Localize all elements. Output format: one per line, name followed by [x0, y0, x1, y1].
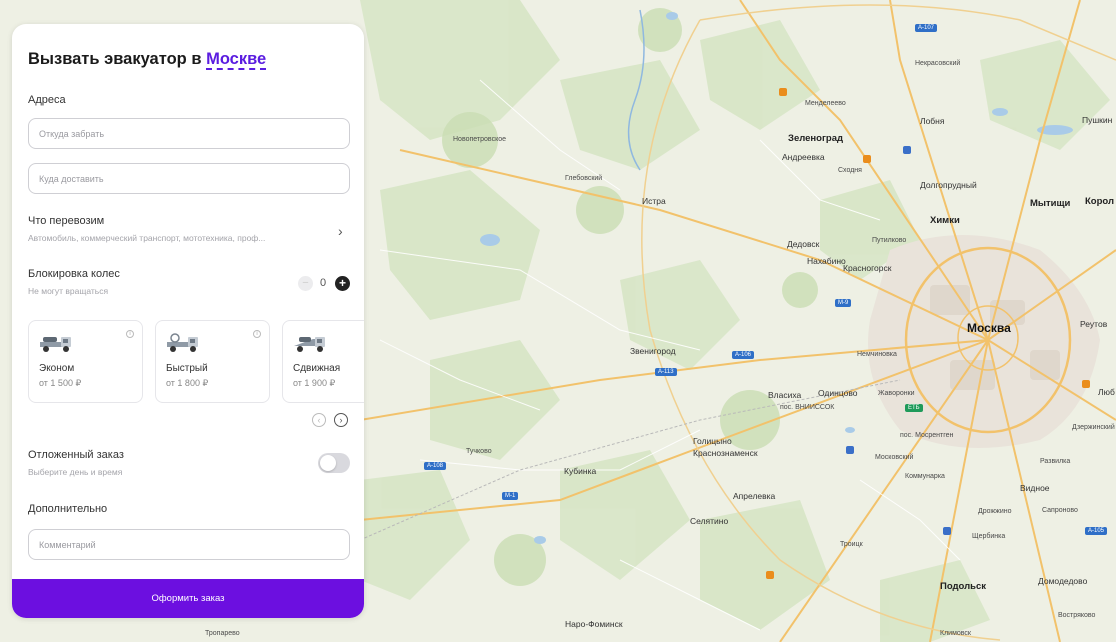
map-label-mytishchi: Мытищи: [1030, 198, 1071, 209]
deferred-order-subtitle: Выберите день и время: [28, 467, 123, 477]
vehicle-name: Быстрый: [166, 363, 208, 374]
chevron-right-icon: ›: [338, 223, 343, 239]
cargo-title: Что перевозим: [28, 215, 105, 227]
vehicle-type-carousel: i Эконом от 1 500 ₽ i Быстрый от 1 800 ₽: [28, 320, 364, 404]
city-selector[interactable]: Москве: [206, 50, 267, 70]
minus-button[interactable]: −: [298, 276, 313, 291]
map-label-dedovsk: Дедовск: [787, 239, 820, 249]
comment-input[interactable]: [28, 529, 350, 560]
map-label-mendeleevo: Менделеево: [805, 100, 846, 107]
vehicle-card-fast[interactable]: i Быстрый от 1 800 ₽: [155, 320, 270, 403]
map-label-vlasikha: Власиха: [768, 390, 802, 400]
vehicle-name: Эконом: [39, 363, 75, 374]
vehicle-card-econom[interactable]: i Эконом от 1 500 ₽: [28, 320, 143, 403]
map-label-moskovsky: Московский: [875, 454, 914, 461]
cargo-subtitle: Автомобиль, коммерческий транспорт, мото…: [28, 233, 266, 243]
map-label-lobnya: Лобня: [920, 116, 945, 126]
map-label-vidnoe: Видное: [1020, 483, 1050, 493]
map-label-dzerzhinsky: Дзержинский: [1072, 424, 1115, 431]
title-prefix: Вызвать эвакуатор в: [28, 50, 202, 68]
map-label-podolsk: Подольск: [940, 581, 987, 592]
map-label-kommunarka: Коммунарка: [905, 473, 945, 480]
vehicle-price: от 1 900 ₽: [293, 378, 336, 388]
plus-button[interactable]: +: [335, 276, 350, 291]
map-label-aprelevka: Апрелевка: [733, 491, 776, 501]
map-label-odintsovo: Одинцово: [818, 388, 858, 398]
map-label-klimovsk: Климовск: [940, 630, 971, 637]
map-label-tropariovo: Тропарево: [205, 630, 240, 637]
from-address-input[interactable]: [28, 118, 350, 149]
map-label-nekrasovsky: Некрасовский: [915, 60, 961, 67]
map-label-skhodnya: Сходня: [838, 167, 862, 174]
map-label-kubinka: Кубинка: [564, 466, 597, 476]
map-label-nakhabino: Нахабино: [807, 256, 846, 266]
toggle-knob: [320, 455, 336, 471]
wheels-subtitle: Не могут вращаться: [28, 286, 109, 296]
wheels-stepper: − 0 +: [298, 275, 352, 293]
map-label-vostryakovo: Востряково: [1058, 612, 1096, 619]
map-label-golitsyno: Голицыно: [693, 436, 732, 446]
map-label-lyu: Люб: [1098, 387, 1115, 397]
map-label-dolgoprudny: Долгопрудный: [920, 180, 977, 190]
map-label-razvilka: Развилка: [1040, 458, 1071, 465]
map-label-khimki: Химки: [930, 215, 960, 226]
tow-truck-icon: [167, 333, 198, 352]
tow-truck-icon: [294, 337, 325, 352]
map-label-tuchkovo: Тучково: [466, 448, 492, 455]
map-label-shcherbinka: Щербинка: [972, 533, 1006, 540]
map-label-drozhzhino: Дрожжино: [978, 508, 1012, 515]
map-label-zelenograd: Зеленоград: [788, 133, 844, 144]
map-label-krasnoznamensk: Краснознаменск: [693, 448, 758, 458]
info-icon[interactable]: i: [253, 330, 261, 338]
map-label-domodedovo: Домодедово: [1038, 576, 1088, 586]
wheels-title: Блокировка колес: [28, 268, 120, 280]
map-label-moskva: Москва: [967, 321, 1011, 335]
map-label-naro_fominsk: Наро-Фоминск: [565, 619, 623, 629]
deferred-order-title: Отложенный заказ: [28, 449, 124, 461]
deferred-order-toggle[interactable]: [318, 453, 350, 473]
carousel-prev-button[interactable]: ‹: [312, 413, 326, 427]
map-label-krasnogorsk: Красногорск: [843, 263, 892, 273]
map-label-putilkovo: Путилково: [872, 237, 907, 244]
addresses-label: Адреса: [28, 94, 66, 106]
map-label-selyatino: Селятино: [690, 516, 729, 526]
info-icon[interactable]: i: [126, 330, 134, 338]
map-label-nemchinovka: Немчиновка: [857, 351, 897, 358]
map-label-vniissok: пос. ВНИИССОК: [780, 404, 835, 411]
vehicle-price: от 1 500 ₽: [39, 378, 82, 388]
map-label-troitsk: Троицк: [840, 541, 863, 548]
map-label-istra: Истра: [642, 196, 666, 206]
submit-order-button[interactable]: Оформить заказ: [12, 579, 364, 618]
map-label-zvenigorod: Звенигород: [630, 346, 676, 356]
tow-truck-icon: [40, 337, 71, 352]
page-title: Вызвать эвакуатор в Москве: [28, 50, 267, 70]
carousel-next-button[interactable]: ›: [334, 413, 348, 427]
wheels-value: 0: [320, 277, 327, 289]
map-label-andreevka: Андреевка: [782, 152, 825, 162]
extra-label: Дополнительно: [28, 503, 108, 515]
map-label-sapronovo: Сапроново: [1042, 507, 1078, 514]
map-label-korolev: Корол: [1085, 196, 1115, 207]
map-label-mosrentgen: пос. Мосрентген: [900, 432, 954, 439]
map-label-reutov: Реутов: [1080, 319, 1108, 329]
map-label-glebovsky: Глебовский: [565, 175, 603, 182]
to-address-input[interactable]: [28, 163, 350, 194]
vehicle-name: Сдвижная: [293, 363, 341, 374]
order-panel: Вызвать эвакуатор в Москве Адреса Что пе…: [12, 24, 364, 618]
vehicle-price: от 1 800 ₽: [166, 378, 209, 388]
vehicle-card-sliding[interactable]: Сдвижная от 1 900 ₽: [282, 320, 364, 403]
map-label-novopetrovskoe: Новопетровское: [453, 136, 506, 143]
map-label-zhavoronki: Жаворонки: [878, 390, 915, 397]
map-label-pushkino: Пушкин: [1082, 115, 1113, 125]
